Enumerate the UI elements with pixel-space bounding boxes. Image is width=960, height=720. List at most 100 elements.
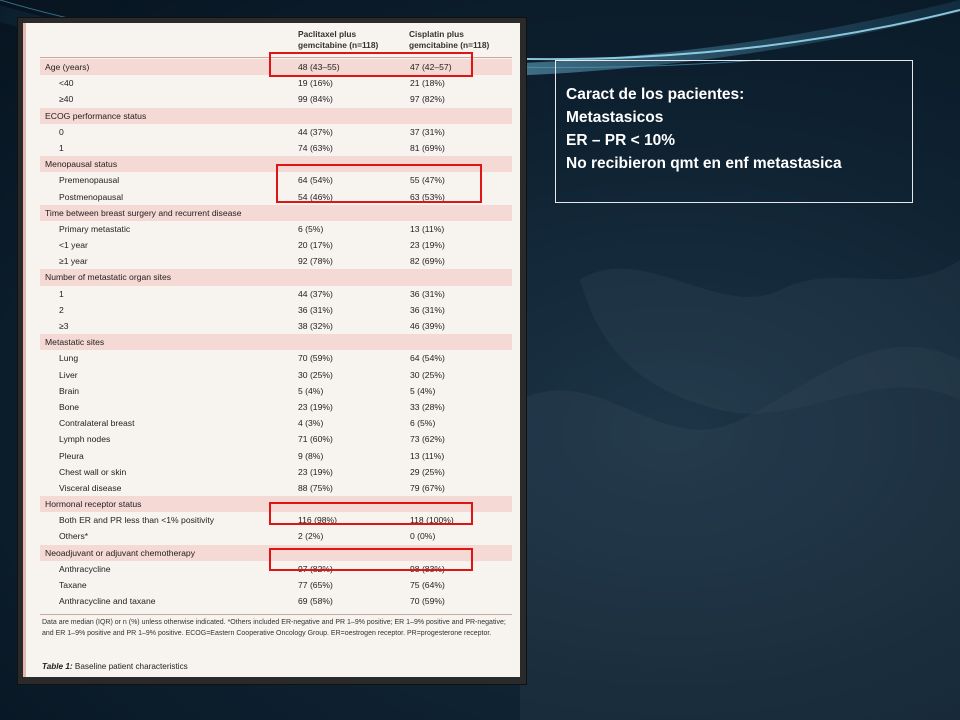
background-texture [520, 260, 960, 720]
table-section-row: ECOG performance status [40, 107, 512, 124]
value-cisplatin: 75 (64%) [410, 580, 445, 590]
column-header-line: gemcitabine (n=118) [409, 40, 490, 50]
row-label: Bone [59, 401, 80, 412]
column-header-line: gemcitabine (n=118) [298, 40, 379, 50]
row-label: Number of metastatic organ sites [45, 272, 172, 283]
row-label: Primary metastatic [59, 223, 131, 234]
caption-label: Table 1: [42, 662, 73, 671]
value-cisplatin: 64 (54%) [410, 353, 445, 364]
row-label: Brain [59, 385, 80, 396]
row-label: Both ER and PR less than <1% positivity [59, 515, 215, 526]
row-label: Visceral disease [59, 482, 122, 493]
row-label: Contralateral breast [59, 418, 135, 429]
value-cisplatin: 73 (62%) [410, 434, 445, 445]
value-paclitaxel: 92 (78%) [298, 256, 333, 267]
note-line: No recibieron qmt en enf metastasica [566, 155, 842, 172]
row-label: ≥1 year [59, 256, 88, 267]
table-row: 0 44 (37%) 37 (31%) [40, 124, 512, 140]
row-label: Chest wall or skin [59, 466, 127, 477]
value-paclitaxel: 9 (8%) [298, 450, 324, 461]
table-row: 1 74 (63%) 81 (69%) [40, 140, 512, 156]
value-cisplatin: 81 (69%) [410, 142, 445, 153]
highlight-box-hormonal [269, 502, 473, 525]
value-paclitaxel: 44 (37%) [298, 288, 333, 299]
value-paclitaxel: 71 (60%) [298, 434, 333, 445]
row-label: <1 year [59, 240, 88, 251]
row-label: ≥40 [59, 94, 74, 105]
row-label: Lung [59, 353, 79, 364]
value-cisplatin: 33 (28%) [410, 401, 445, 412]
table-section-row: Number of metastatic organ sites [40, 269, 512, 286]
highlight-box-menopausal [276, 164, 482, 203]
table-row: <1 year 20 (17%) 23 (19%) [40, 237, 512, 253]
row-label: Neoadjuvant or adjuvant chemotherapy [45, 547, 196, 558]
highlight-box-anthracycline [269, 548, 473, 571]
row-label: 1 [59, 288, 64, 299]
table-row: Lymph nodes 71 (60%) 73 (62%) [40, 431, 512, 447]
table-caption: Table 1: Baseline patient characteristic… [42, 662, 188, 671]
table-row: ≥3 38 (32%) 46 (39%) [40, 318, 512, 334]
value-paclitaxel: 99 (84%) [298, 94, 333, 105]
note-line: Metastasicos [566, 109, 664, 126]
column-header-line: Paclitaxel plus [298, 29, 357, 39]
row-label: Hormonal receptor status [45, 499, 142, 510]
value-cisplatin: 0 (0%) [410, 531, 436, 542]
value-paclitaxel: 23 (19%) [298, 401, 333, 412]
row-label: 0 [59, 126, 64, 137]
value-paclitaxel: 36 (31%) [298, 304, 333, 315]
table-row: Primary metastatic 6 (5%) 13 (11%) [40, 221, 512, 237]
row-label: 2 [59, 304, 64, 315]
row-label: Taxane [59, 580, 87, 590]
table-row: ≥40 99 (84%) 97 (82%) [40, 91, 512, 107]
column-header-paclitaxel: Paclitaxel plus gemcitabine (n=118) [298, 29, 378, 51]
row-label: Premenopausal [59, 175, 120, 186]
table-row: Brain 5 (4%) 5 (4%) [40, 383, 512, 399]
row-label: <40 [59, 78, 74, 89]
row-label: 1 [59, 142, 64, 153]
table-row: ≥1 year 92 (78%) 82 (69%) [40, 253, 512, 269]
table-row: Contralateral breast 4 (3%) 6 (5%) [40, 415, 512, 431]
table-image-frame: Paclitaxel plus gemcitabine (n=118) Cisp… [18, 18, 526, 684]
column-header-line: Cisplatin plus [409, 29, 464, 39]
table-row: Others* 2 (2%) 0 (0%) [40, 528, 512, 544]
column-header-cisplatin: Cisplatin plus gemcitabine (n=118) [409, 29, 489, 51]
value-paclitaxel: 4 (3%) [298, 418, 324, 429]
patient-characteristics-note: Caract de los pacientes: Metastasicos ER… [555, 60, 913, 203]
row-label: Lymph nodes [59, 434, 111, 445]
value-paclitaxel: 74 (63%) [298, 142, 333, 153]
value-paclitaxel: 30 (25%) [298, 369, 333, 380]
row-label: Anthracycline [59, 563, 111, 574]
note-line: Caract de los pacientes: [566, 86, 745, 103]
value-cisplatin: 21 (18%) [410, 78, 445, 89]
value-paclitaxel: 6 (5%) [298, 223, 324, 234]
value-cisplatin: 23 (19%) [410, 240, 445, 251]
row-label: Anthracycline and taxane [59, 596, 156, 607]
table-row: Visceral disease 88 (75%) 79 (67%) [40, 480, 512, 496]
baseline-characteristics-table: Paclitaxel plus gemcitabine (n=118) Cisp… [23, 23, 520, 677]
value-paclitaxel: 2 (2%) [298, 531, 324, 542]
table-body: Age (years) 48 (43–55) 47 (42–57) <40 19 (16… [40, 59, 512, 609]
value-paclitaxel: 69 (58%) [298, 596, 333, 607]
caption-text: Baseline patient characteristics [72, 662, 188, 671]
table-row: Pleura 9 (8%) 13 (11%) [40, 448, 512, 464]
value-paclitaxel: 77 (65%) [298, 580, 333, 590]
value-cisplatin: 5 (4%) [410, 385, 436, 396]
value-paclitaxel: 44 (37%) [298, 126, 333, 137]
table-row: 1 44 (37%) 36 (31%) [40, 286, 512, 302]
row-label: Liver [59, 369, 78, 380]
table-row: Chest wall or skin 23 (19%) 29 (25%) [40, 464, 512, 480]
value-cisplatin: 37 (31%) [410, 126, 445, 137]
value-paclitaxel: 23 (19%) [298, 466, 333, 477]
value-cisplatin: 6 (5%) [410, 418, 436, 429]
row-label: Time between breast surgery and recurren… [45, 207, 242, 218]
value-cisplatin: 82 (69%) [410, 256, 445, 267]
table-row: <40 19 (16%) 21 (18%) [40, 75, 512, 91]
table-row: Taxane 77 (65%) 75 (64%) [40, 577, 512, 593]
value-cisplatin: 36 (31%) [410, 304, 445, 315]
table-row: Lung 70 (59%) 64 (54%) [40, 350, 512, 366]
value-cisplatin: 13 (11%) [410, 450, 445, 461]
row-label: Postmenopausal [59, 191, 124, 202]
highlight-box-age [269, 52, 473, 77]
value-paclitaxel: 5 (4%) [298, 385, 324, 396]
footer-divider [40, 614, 512, 615]
